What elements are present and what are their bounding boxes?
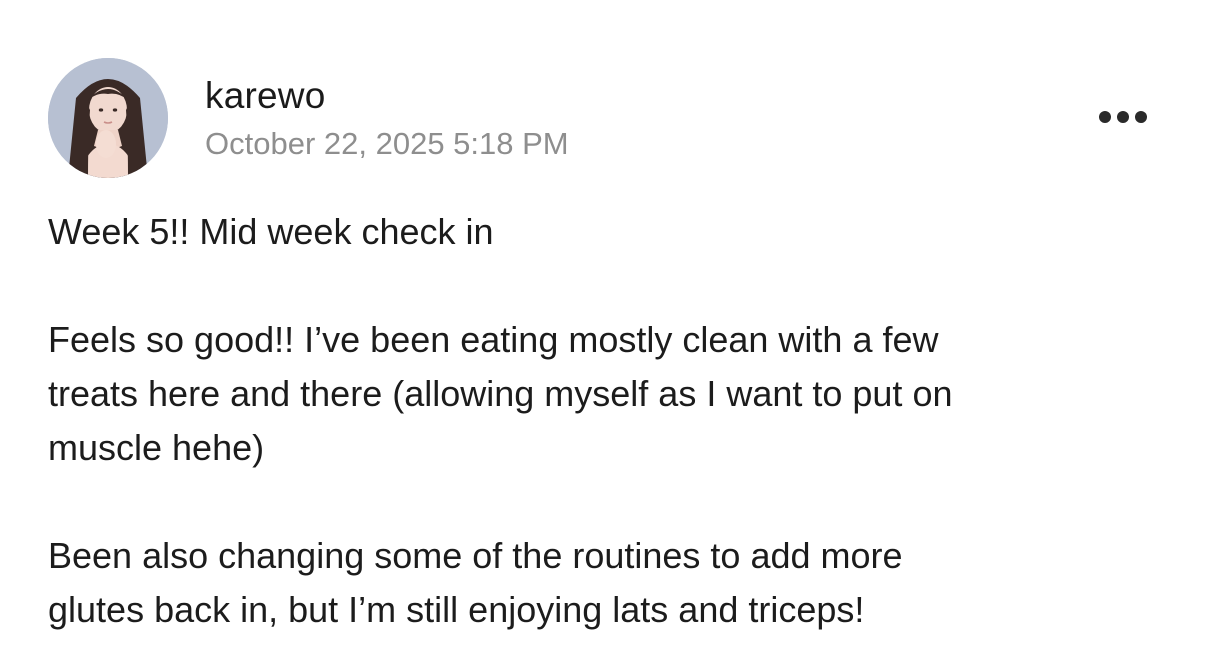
ellipsis-dot (1135, 111, 1147, 123)
post-paragraph: Week 5!! Mid week check in (48, 205, 1168, 259)
ellipsis-horizontal-icon (1099, 111, 1111, 123)
post-line: muscle hehe) (48, 427, 265, 468)
post-line: glutes back in, but I’m still enjoying l… (48, 589, 865, 630)
post-line: Week 5!! Mid week check in (48, 211, 494, 252)
post-paragraph: Feels so good!! I’ve been eating mostly … (48, 313, 1168, 475)
post-line: treats here and there (allowing myself a… (48, 373, 953, 414)
username[interactable]: karewo (205, 74, 325, 118)
post-line: Been also changing some of the routines … (48, 535, 903, 576)
profile-photo-icon (48, 58, 168, 178)
post-paragraph: Been also changing some of the routines … (48, 529, 1168, 637)
post-card: karewo October 22, 2025 5:18 PM Week 5!!… (0, 0, 1206, 666)
avatar[interactable] (48, 58, 168, 178)
post-timestamp: October 22, 2025 5:18 PM (205, 126, 569, 161)
post-body: Week 5!! Mid week check in Feels so good… (48, 205, 1168, 637)
post-line: Feels so good!! I’ve been eating mostly … (48, 319, 939, 360)
more-options-button[interactable] (1088, 100, 1158, 134)
ellipsis-dot (1117, 111, 1129, 123)
